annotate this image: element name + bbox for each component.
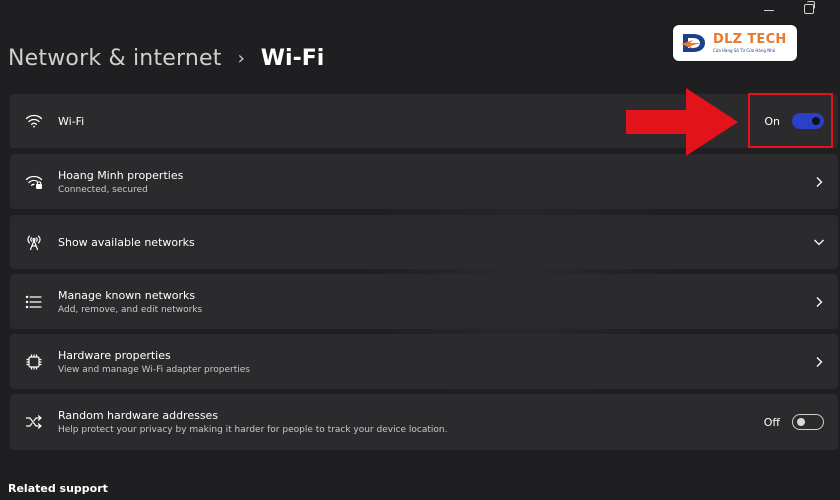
breadcrumb: Network & internet › Wi-Fi <box>8 46 324 71</box>
network-properties-subtitle: Connected, secured <box>58 184 148 195</box>
page-title: Wi-Fi <box>260 46 325 71</box>
hardware-properties-row[interactable]: Hardware properties View and manage Wi-F… <box>10 334 838 389</box>
shuffle-icon <box>24 412 44 432</box>
chevron-right-icon <box>812 175 826 189</box>
dlz-tech-logo: DLZ TECH Cửa Hàng Số Từ Cửa Hàng Nhỏ <box>673 25 797 61</box>
random-hardware-addresses-title: Random hardware addresses <box>58 409 219 422</box>
red-arrow-annotation-icon <box>626 88 738 156</box>
chip-icon <box>24 352 44 372</box>
network-properties-title: Hoang Minh properties <box>58 168 184 182</box>
random-addresses-toggle-knob <box>797 418 805 426</box>
random-hardware-addresses-row[interactable]: Random hardware addresses Help protect y… <box>10 394 838 450</box>
breadcrumb-separator-icon: › <box>237 48 245 69</box>
chevron-right-icon <box>812 355 826 369</box>
manage-known-networks-subtitle: Add, remove, and edit networks <box>58 304 203 315</box>
manage-known-networks-title: Manage known networks <box>58 288 196 302</box>
manage-known-networks-row[interactable]: Manage known networks Add, remove, and e… <box>10 274 838 329</box>
show-available-networks-row[interactable]: Show available networks <box>10 215 838 269</box>
wifi-row-title: Wi-Fi <box>58 114 85 128</box>
logo-name: DLZ TECH <box>713 32 787 47</box>
random-hardware-addresses-subtitle: Help protect your privacy by making it h… <box>58 425 448 435</box>
network-properties-row[interactable]: Hoang Minh properties Connected, secured <box>10 154 838 209</box>
minimize-icon <box>764 9 774 11</box>
antenna-icon <box>24 232 44 252</box>
hardware-properties-title: Hardware properties <box>58 348 171 362</box>
dlz-logo-mark-icon <box>681 34 705 52</box>
minimize-button[interactable] <box>762 2 776 16</box>
list-icon <box>24 292 44 312</box>
window-controls <box>762 1 816 16</box>
highlight-box-annotation <box>748 93 833 148</box>
restore-button[interactable] <box>802 1 816 16</box>
hardware-properties-subtitle: View and manage Wi-Fi adapter properties <box>58 364 250 375</box>
related-support-heading: Related support <box>8 482 108 495</box>
chevron-down-icon <box>812 235 826 249</box>
show-available-networks-title: Show available networks <box>58 235 195 249</box>
chevron-right-icon <box>812 295 826 309</box>
wifi-secured-icon <box>24 172 44 192</box>
random-addresses-toggle-state: Off <box>763 415 780 429</box>
random-addresses-toggle[interactable] <box>792 414 824 430</box>
logo-tagline: Cửa Hàng Số Từ Cửa Hàng Nhỏ <box>713 48 776 53</box>
wifi-icon <box>24 111 44 131</box>
restore-icon <box>804 1 815 14</box>
breadcrumb-parent-link[interactable]: Network & internet <box>8 46 222 71</box>
